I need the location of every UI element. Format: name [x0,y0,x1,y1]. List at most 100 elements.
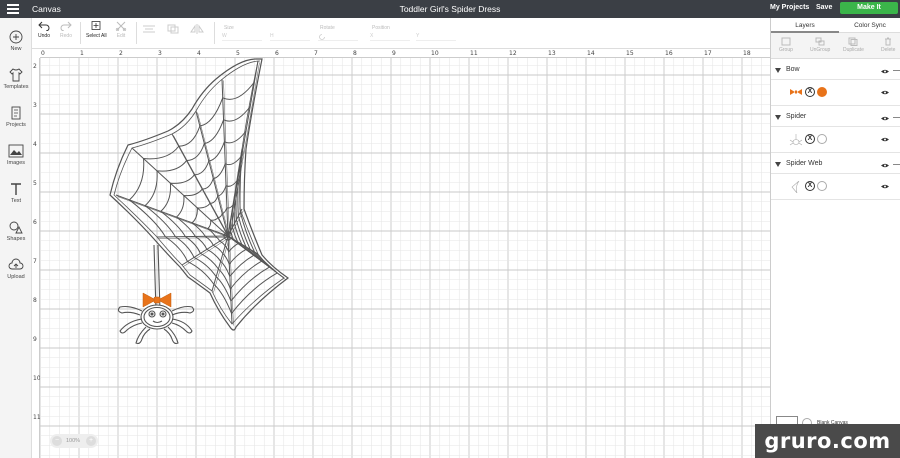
design-canvas[interactable]: 0 1 2 3 4 5 6 7 8 9 10 11 12 13 14 15 16 17 18 2 3 4 5 6 7 8 9 10 1… [32,49,770,458]
zoom-control: − 100% + [50,434,98,448]
edit-label: Edit [116,33,126,39]
sidebar-item-upload[interactable]: Upload [0,258,32,280]
eye-icon[interactable] [881,163,889,168]
align-button[interactable] [142,24,156,36]
watermark: gruro.com [755,424,900,458]
spider-thumbnail [789,134,803,146]
layer-name: Spider Web [786,160,823,167]
x-position-field[interactable]: X [370,33,410,41]
align-icon [143,25,155,33]
toolbar-divider [136,22,137,44]
group-label: Group [779,47,793,53]
sidebar-item-label: Text [10,198,22,204]
undo-button[interactable]: Undo [38,21,50,39]
eye-icon[interactable] [881,184,889,189]
delete-label: Delete [881,47,896,53]
x-field-label: X [370,33,374,39]
layer-color-swatch[interactable] [817,181,827,191]
duplicate-icon [848,37,858,46]
collapse-icon[interactable] [775,115,781,120]
undo-label: Undo [38,33,50,39]
zoom-out-button[interactable]: − [52,436,62,446]
cut-operation-icon[interactable]: X [805,181,815,191]
flip-button[interactable] [190,24,204,36]
collapse-icon[interactable] [775,162,781,167]
collapse-icon[interactable] [775,68,781,73]
tab-layers[interactable]: Layers [771,18,839,33]
layer-color-swatch[interactable] [817,87,827,97]
my-projects-link[interactable]: My Projects [770,4,809,11]
spider-image[interactable] [117,244,195,345]
sidebar-item-images[interactable]: Images [0,144,32,166]
upload-cloud-icon [8,258,24,270]
sidebar-item-projects[interactable]: Projects [0,106,32,128]
cut-operation-icon[interactable]: X [805,87,815,97]
bow-thumbnail [790,89,802,95]
layer-group-bow[interactable]: Bow [771,62,900,80]
document-title: Toddler Girl's Spider Dress [399,4,501,14]
spider-web-image[interactable] [109,58,290,331]
plus-circle-icon [9,30,23,44]
sidebar-item-label: Templates [3,84,29,90]
size-label: Size [224,25,234,31]
tab-color-sync[interactable]: Color Sync [839,18,900,33]
save-button[interactable]: Save [816,4,832,11]
projects-icon [11,106,21,120]
undo-icon [38,21,50,31]
layer-name: Spider [786,113,807,120]
sidebar-item-label: Projects [6,122,26,128]
delete-button[interactable]: Delete [881,37,895,53]
text-icon [11,183,21,195]
eye-icon[interactable] [881,137,889,142]
sidebar-item-new[interactable]: New [0,30,32,52]
layer-color-swatch[interactable] [817,134,827,144]
sidebar-item-text[interactable]: Text [0,182,32,204]
layer-row-spider[interactable]: X [771,127,900,153]
edit-button[interactable]: Edit [115,21,127,39]
ungroup-label: UnGroup [810,47,831,53]
zoom-in-button[interactable]: + [86,436,96,446]
flip-icon [190,24,204,34]
eye-icon[interactable] [881,69,889,74]
duplicate-label: Duplicate [843,47,864,53]
drag-handle[interactable] [893,70,900,71]
select-all-label: Select All [86,33,107,39]
rotate-label: Rotate [320,25,335,31]
layer-row-spider-web[interactable]: X [771,174,900,200]
toolbar-divider [214,22,215,44]
y-position-field[interactable]: Y [416,33,456,41]
layer-group-spider-web[interactable]: Spider Web [771,156,900,174]
ungroup-button[interactable]: UnGroup [810,37,830,53]
redo-button[interactable]: Redo [60,21,72,39]
layer-group-spider[interactable]: Spider [771,109,900,127]
redo-icon [60,21,72,31]
select-all-button[interactable]: Select All [86,21,107,39]
web-thumbnail [791,181,800,193]
arrange-icon [167,24,179,34]
duplicate-button[interactable]: Duplicate [843,37,864,53]
drag-handle[interactable] [893,164,900,165]
height-field[interactable]: H [270,33,310,41]
design-artwork[interactable] [32,49,770,458]
eye-icon[interactable] [881,116,889,121]
y-field-label: Y [416,33,420,39]
sidebar-item-templates[interactable]: Templates [0,68,32,90]
ungroup-icon [815,37,825,46]
toolbar-divider [80,22,81,44]
make-it-button[interactable]: Make It [840,2,898,14]
width-field-label: W [222,33,227,39]
position-label: Position [372,25,390,31]
layer-row-bow[interactable]: X [771,80,900,106]
sidebar-item-shapes[interactable]: Shapes [0,220,32,242]
cut-operation-icon[interactable]: X [805,134,815,144]
width-field[interactable]: W [222,33,262,41]
eye-icon[interactable] [881,90,889,95]
height-field-label: H [270,33,274,39]
group-button[interactable]: Group [779,37,793,53]
trash-icon [885,37,892,46]
zoom-level: 100% [66,438,81,444]
arrange-button[interactable] [166,24,180,36]
layer-actions: Group UnGroup Duplicate Delete [771,33,900,59]
rotate-field[interactable] [318,33,358,41]
drag-handle[interactable] [893,117,900,118]
